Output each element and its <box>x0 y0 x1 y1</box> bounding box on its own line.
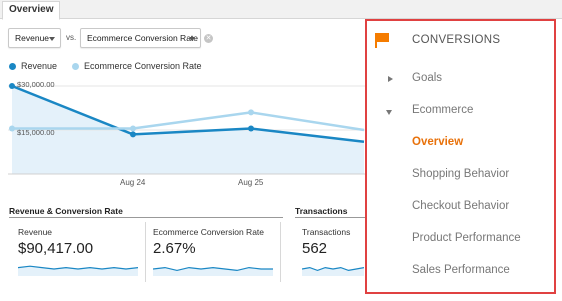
metric-select-primary-label: Revenue <box>15 33 50 43</box>
data-point <box>130 131 136 138</box>
metric-card-label: Transactions <box>302 227 351 237</box>
legend-item-revenue: Revenue <box>9 61 57 71</box>
metric-card-value: $90,417.00 <box>18 240 94 257</box>
metric-card-transactions[interactable]: Transactions 562 <box>302 222 364 284</box>
sparkline <box>153 266 273 276</box>
data-point <box>130 125 136 132</box>
summary-title-revenue: Revenue & Conversion Rate <box>9 206 123 216</box>
chevron-down-icon[interactable] <box>386 110 392 115</box>
metric-card-label: Revenue <box>18 227 53 237</box>
metric-card-conversion[interactable]: Ecommerce Conversion Rate 2.67% <box>153 222 275 284</box>
divider <box>9 217 283 218</box>
tab-bar: Overview <box>0 0 562 20</box>
metric-select-compare[interactable]: Ecommerce Conversion Rate <box>80 28 201 48</box>
legend-label-conversion: Ecommerce Conversion Rate <box>84 61 202 71</box>
chevron-down-icon <box>49 37 55 41</box>
line-chart <box>8 83 365 175</box>
divider <box>295 217 365 218</box>
nav-item-ecommerce[interactable]: Ecommerce <box>412 104 473 116</box>
nav-item-checkout-behavior[interactable]: Checkout Behavior <box>412 200 509 212</box>
nav-item-product-performance[interactable]: Product Performance <box>412 232 521 244</box>
metric-select-primary[interactable]: Revenue <box>8 28 61 48</box>
ytick-label: $30,000.00 <box>17 80 55 89</box>
series-dot-icon <box>72 62 79 70</box>
metric-card-value: 2.67% <box>153 240 196 257</box>
divider <box>280 222 281 282</box>
nav-item-shopping-behavior[interactable]: Shopping Behavior <box>412 168 509 180</box>
sparkline <box>302 266 364 276</box>
flag-icon <box>375 33 389 48</box>
data-point <box>9 125 15 132</box>
data-point <box>248 125 254 132</box>
summary-title-transactions: Transactions <box>295 206 348 216</box>
nav-item-overview[interactable]: Overview <box>412 136 463 148</box>
nav-item-sales-performance[interactable]: Sales Performance <box>412 264 510 276</box>
xtick-label: Aug 25 <box>238 178 264 187</box>
data-point <box>9 83 15 89</box>
metric-select-compare-label: Ecommerce Conversion Rate <box>87 33 199 43</box>
chevron-right-icon[interactable] <box>388 76 393 82</box>
legend-item-conversion: Ecommerce Conversion Rate <box>72 61 202 71</box>
conversions-nav-panel: CONVERSIONS Goals Ecommerce Overview Sho… <box>365 19 556 294</box>
ytick-label: $15,000.00 <box>17 128 55 137</box>
metric-card-value: 562 <box>302 240 328 257</box>
divider <box>145 222 146 282</box>
sparkline-area <box>18 266 138 276</box>
sparkline <box>18 265 138 276</box>
metric-card-label: Ecommerce Conversion Rate <box>153 227 265 237</box>
vs-label: vs. <box>66 33 77 42</box>
tab-overview[interactable]: Overview <box>2 1 61 20</box>
nav-item-goals[interactable]: Goals <box>412 72 442 84</box>
metric-card-revenue[interactable]: Revenue $90,417.00 <box>18 222 140 284</box>
xtick-label: Aug 24 <box>120 178 146 187</box>
data-point <box>248 109 254 116</box>
series-dot-icon <box>9 62 16 70</box>
clear-compare-icon[interactable]: ✕ <box>204 34 213 43</box>
legend-label-revenue: Revenue <box>21 61 58 71</box>
chevron-down-icon <box>189 37 195 41</box>
panel-title[interactable]: CONVERSIONS <box>412 34 500 46</box>
